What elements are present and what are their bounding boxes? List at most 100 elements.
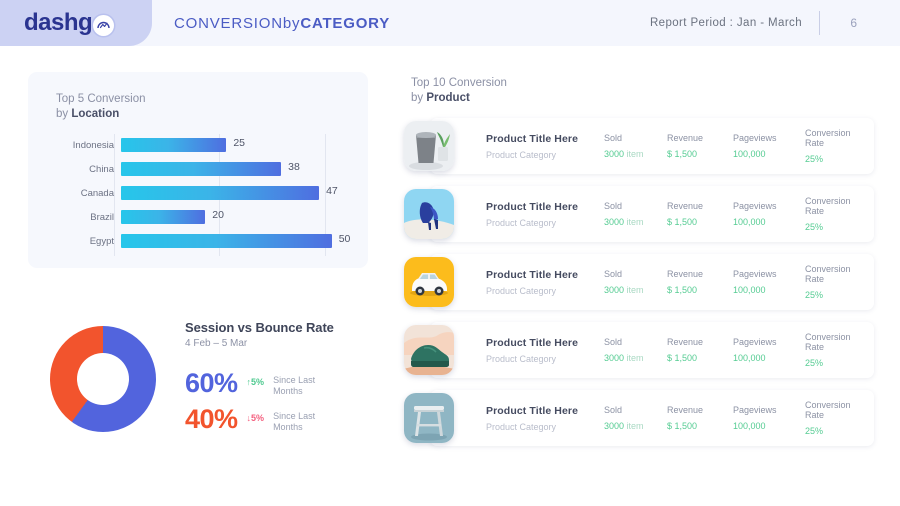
product-card[interactable]: Product Title HereProduct CategorySold30… xyxy=(430,118,874,174)
product-card[interactable]: Product Title HereProduct CategorySold30… xyxy=(430,390,874,446)
pageviews-value-num: 100,000 xyxy=(733,217,766,227)
donut-hole xyxy=(77,353,129,405)
bar-card-title: Top 5 Conversion by Location xyxy=(56,92,146,122)
stool-thumb[interactable] xyxy=(404,393,454,443)
logo-text: dashg xyxy=(24,9,92,37)
product-columns: Product Title HereProduct CategorySold 30… xyxy=(430,264,874,300)
revenue-label: Revenue xyxy=(667,337,733,347)
bar-category-label: Canada xyxy=(50,188,121,199)
products-title-by: by xyxy=(411,92,426,104)
pageviews-label: Pageviews xyxy=(733,133,805,143)
donut-subtitle: 4 Feb – 5 Mar xyxy=(185,338,247,349)
product-columns: Product Title HereProduct CategorySold30… xyxy=(430,196,874,232)
bar-card-title-line2: by Location xyxy=(56,107,146,122)
sold-value-unit: item xyxy=(624,149,644,159)
revenue-value: $ 1,500 xyxy=(667,421,733,431)
header-divider xyxy=(819,11,820,35)
bar-track: 20 xyxy=(121,210,350,224)
product-category: Product Category xyxy=(486,150,604,160)
revenue-cell: Revenue $ 1,500 xyxy=(667,269,733,295)
pageviews-cell: Pageviews100,000 xyxy=(733,337,805,363)
conversion-rate-value: 25% xyxy=(805,290,868,300)
revenue-value-num: $ 1,500 xyxy=(667,217,697,227)
sold-value-unit: item xyxy=(624,285,644,295)
bar-value-label: 38 xyxy=(288,161,300,173)
stat-session-delta: ↑5% xyxy=(247,377,265,387)
sold-value: 3000 item xyxy=(604,353,667,363)
revenue-value: $ 1,500 xyxy=(667,217,733,227)
bar-fill[interactable] xyxy=(121,210,205,224)
product-row[interactable]: Product Title HereProduct CategorySold30… xyxy=(404,322,874,378)
sold-label: Sold xyxy=(604,269,667,279)
bar-row: China 38 xyxy=(50,160,350,178)
conversion-rate-label: Conversion Rate xyxy=(805,332,868,352)
trash-can-plant-thumb[interactable] xyxy=(404,121,454,171)
product-row[interactable]: Product Title HereProduct CategorySold30… xyxy=(404,118,874,174)
bar-category-label: China xyxy=(50,164,121,175)
revenue-value-num: $ 1,500 xyxy=(667,285,697,295)
green-shoe-thumb[interactable] xyxy=(404,325,454,375)
revenue-value-num: $ 1,500 xyxy=(667,421,697,431)
revenue-cell: Revenue$ 1,500 xyxy=(667,133,733,159)
sold-cell: Sold3000 item xyxy=(604,201,667,227)
sold-value-unit: item xyxy=(624,421,644,431)
product-card[interactable]: Product Title HereProduct CategorySold30… xyxy=(430,322,874,378)
product-name-cell: Product Title HereProduct Category xyxy=(486,269,604,296)
bar-category-label: Egypt xyxy=(50,236,121,247)
bar-fill[interactable] xyxy=(121,186,319,200)
pageviews-label: Pageviews xyxy=(733,269,805,279)
yellow-car-thumb[interactable] xyxy=(404,257,454,307)
bar-track: 25 xyxy=(121,138,350,152)
stat-session-since: Since Last Months xyxy=(273,375,323,397)
sold-value: 3000 item xyxy=(604,217,667,227)
conversion-rate-cell: Conversion Rate 25% xyxy=(805,264,868,300)
bar-fill[interactable] xyxy=(121,162,281,176)
conversion-rate-value: 25% xyxy=(805,426,868,436)
bar-card-title-bold: Location xyxy=(71,108,119,120)
sold-value-unit: item xyxy=(624,217,644,227)
product-name-cell: Product Title HereProduct Category xyxy=(486,337,604,364)
products-list: Product Title HereProduct CategorySold30… xyxy=(404,118,874,458)
revenue-label: Revenue xyxy=(667,405,733,415)
donut-title: Session vs Bounce Rate xyxy=(185,320,334,335)
logo[interactable]: dashg xyxy=(0,0,152,46)
bar-fill[interactable] xyxy=(121,138,226,152)
pageviews-value-num: 100,000 xyxy=(733,285,766,295)
sold-value: 3000 item xyxy=(604,421,667,431)
bar-fill[interactable] xyxy=(121,234,332,248)
product-row[interactable]: Product Title HereProduct CategorySold30… xyxy=(404,186,874,242)
sold-value: 3000 item xyxy=(604,285,667,295)
pageviews-value: 100,000 xyxy=(733,353,805,363)
products-title: Top 10 Conversion by Product xyxy=(411,76,507,106)
page-title-prefix: CONVERSION xyxy=(174,15,283,32)
stat-bounce-since: Since Last Months xyxy=(273,411,323,433)
stat-session-value: 60% xyxy=(185,368,238,398)
bar-card-title-by: by xyxy=(56,108,71,120)
report-period-label: Report Period : Jan - March xyxy=(650,0,802,46)
bar-row: Egypt50 xyxy=(50,232,350,250)
page-header: dashg CONVERSION by CATEGORY Report Peri… xyxy=(0,0,900,46)
product-row[interactable]: Product Title HereProduct CategorySold 30… xyxy=(404,254,874,310)
sold-cell: Sold3000 item xyxy=(604,337,667,363)
revenue-value: $ 1,500 xyxy=(667,149,733,159)
product-title: Product Title Here xyxy=(486,269,604,281)
revenue-label: Revenue xyxy=(667,201,733,211)
product-name-cell: Product Title HereProduct Category xyxy=(486,201,604,228)
product-card[interactable]: Product Title HereProduct CategorySold30… xyxy=(430,186,874,242)
conversion-rate-value-num: 25% xyxy=(805,358,823,368)
bar-row: Brazil20 xyxy=(50,208,350,226)
sold-value: 3000 item xyxy=(604,149,667,159)
product-card[interactable]: Product Title HereProduct CategorySold 30… xyxy=(430,254,874,310)
pageviews-value-num: 100,000 xyxy=(733,353,766,363)
conversion-rate-label: Conversion Rate xyxy=(805,400,868,420)
blue-heels-thumb[interactable] xyxy=(404,189,454,239)
pageviews-cell: Pageviews100,000 xyxy=(733,201,805,227)
stat-session: 60% ↑5% Since Last Months xyxy=(185,368,323,398)
pageviews-cell: Pageviews 100,000 xyxy=(733,269,805,295)
revenue-cell: Revenue$ 1,500 xyxy=(667,337,733,363)
product-category: Product Category xyxy=(486,218,604,228)
revenue-label: Revenue xyxy=(667,269,733,279)
conversion-rate-label: Conversion Rate xyxy=(805,264,868,284)
product-row[interactable]: Product Title HereProduct CategorySold30… xyxy=(404,390,874,446)
bar-value-label: 20 xyxy=(212,209,224,221)
